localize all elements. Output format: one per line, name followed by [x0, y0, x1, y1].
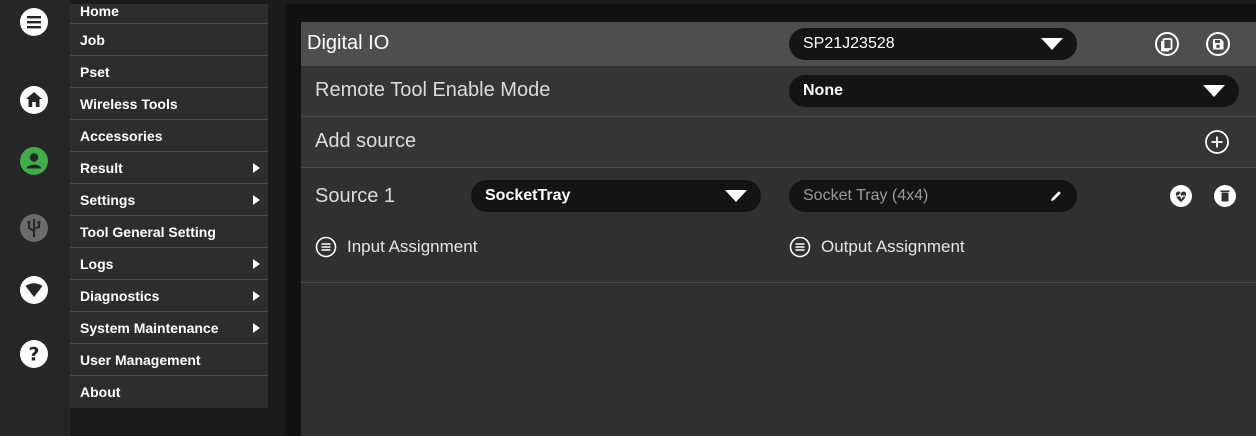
input-assignment-label: Input Assignment — [347, 237, 478, 256]
delete-icon[interactable] — [1211, 182, 1239, 210]
svg-text:?: ? — [28, 344, 39, 366]
submenu-arrow-icon — [253, 322, 260, 333]
menu-item-pset[interactable]: Pset — [70, 56, 268, 88]
menu-item-tool-general-setting[interactable]: Tool General Setting — [70, 216, 268, 248]
menu-item-label: About — [80, 384, 121, 400]
menu-item-label: Tool General Setting — [80, 223, 216, 240]
wifi-icon[interactable] — [19, 275, 49, 305]
device-select-value: SP21J23528 — [803, 35, 895, 52]
menu-item-label: Settings — [80, 191, 136, 208]
panel-title: Digital IO — [307, 32, 390, 54]
list-icon — [789, 236, 811, 258]
add-source-row: Add source — [301, 117, 1256, 168]
source-type-value: SocketTray — [485, 187, 571, 204]
menu-item-result[interactable]: Result — [70, 152, 268, 184]
menu-item-logs[interactable]: Logs — [70, 248, 268, 280]
list-icon — [315, 236, 337, 258]
menu-item-label: User Management — [80, 351, 201, 368]
menu-item-label: Wireless Tools — [80, 95, 178, 112]
navigation-menu: Home Job Pset Wireless Tools Accessories… — [70, 3, 268, 408]
menu-item-label: Pset — [80, 63, 110, 80]
submenu-arrow-icon — [253, 290, 260, 301]
menu-icon[interactable] — [19, 7, 49, 37]
remote-tool-value: None — [803, 82, 843, 99]
main-content: Digital IO SP21J23528 Remote Tool Enable… — [285, 4, 1256, 436]
source-name-value: Socket Tray (4x4) — [803, 187, 929, 204]
source-name-field[interactable]: Socket Tray (4x4) — [789, 180, 1077, 212]
help-icon[interactable]: ? — [19, 339, 49, 369]
menu-item-home[interactable]: Home — [70, 0, 268, 24]
remote-tool-label: Remote Tool Enable Mode — [315, 79, 551, 101]
menu-item-label: Accessories — [80, 127, 163, 144]
panel-header: Digital IO SP21J23528 — [301, 22, 1256, 66]
menu-item-settings[interactable]: Settings — [70, 184, 268, 216]
input-assignment-link[interactable]: Input Assignment — [315, 236, 477, 258]
menu-item-wireless-tools[interactable]: Wireless Tools — [70, 88, 268, 120]
output-assignment-label: Output Assignment — [821, 237, 965, 256]
add-circle-icon[interactable] — [1203, 128, 1231, 156]
remote-tool-select[interactable]: None — [789, 75, 1239, 107]
digital-io-panel: Digital IO SP21J23528 Remote Tool Enable… — [301, 22, 1256, 436]
chevron-down-icon — [1203, 85, 1225, 97]
source-type-select[interactable]: SocketTray — [471, 180, 761, 212]
remote-tool-row: Remote Tool Enable Mode None — [301, 66, 1256, 117]
menu-item-about[interactable]: About — [70, 376, 268, 408]
save-icon[interactable] — [1204, 30, 1232, 58]
heart-monitor-icon[interactable] — [1167, 182, 1195, 210]
home-icon[interactable] — [19, 85, 49, 115]
edit-icon[interactable] — [1049, 189, 1063, 203]
menu-item-label: Job — [80, 31, 105, 48]
submenu-arrow-icon — [253, 194, 260, 205]
usb-icon[interactable] — [19, 213, 49, 243]
source-row: Source 1 SocketTray Socket Tray (4x4) In… — [301, 168, 1256, 283]
chevron-down-icon — [1041, 38, 1063, 50]
copy-icon[interactable] — [1153, 30, 1181, 58]
menu-item-label: Result — [80, 159, 123, 176]
menu-item-label: Diagnostics — [80, 287, 160, 304]
device-select[interactable]: SP21J23528 — [789, 28, 1077, 60]
menu-item-label: System Maintenance — [80, 319, 219, 336]
chevron-down-icon — [725, 190, 747, 202]
menu-item-accessories[interactable]: Accessories — [70, 120, 268, 152]
submenu-arrow-icon — [253, 258, 260, 269]
submenu-arrow-icon — [253, 162, 260, 173]
user-icon[interactable] — [19, 146, 49, 176]
source-label: Source 1 — [315, 185, 396, 207]
menu-item-system-maintenance[interactable]: System Maintenance — [70, 312, 268, 344]
icon-rail: ? — [0, 0, 70, 436]
menu-item-diagnostics[interactable]: Diagnostics — [70, 280, 268, 312]
menu-item-label: Home — [80, 2, 119, 19]
menu-item-label: Logs — [80, 255, 114, 272]
output-assignment-link[interactable]: Output Assignment — [789, 236, 965, 258]
menu-item-job[interactable]: Job — [70, 24, 268, 56]
menu-item-user-management[interactable]: User Management — [70, 344, 268, 376]
add-source-label: Add source — [315, 130, 417, 152]
